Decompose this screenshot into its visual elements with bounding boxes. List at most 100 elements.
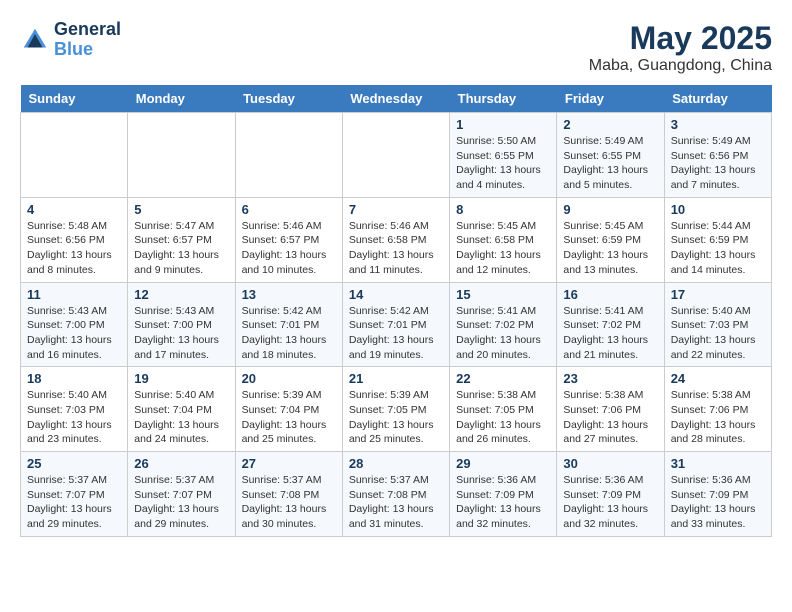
calendar-cell: 4Sunrise: 5:48 AMSunset: 6:56 PMDaylight… — [21, 197, 128, 282]
day-info: Sunrise: 5:36 AMSunset: 7:09 PMDaylight:… — [671, 473, 765, 532]
day-info: Sunrise: 5:50 AMSunset: 6:55 PMDaylight:… — [456, 134, 550, 193]
day-info: Sunrise: 5:39 AMSunset: 7:05 PMDaylight:… — [349, 388, 443, 447]
day-info: Sunrise: 5:47 AMSunset: 6:57 PMDaylight:… — [134, 219, 228, 278]
calendar-cell: 12 Sunrise: 5:43 AMSunset: 7:00 PMDayligh… — [128, 282, 235, 367]
calendar-cell — [342, 113, 449, 198]
day-number: 28 — [349, 456, 443, 471]
day-of-week-header: Thursday — [450, 85, 557, 113]
day-number: 29 — [456, 456, 550, 471]
calendar-cell: 30 Sunrise: 5:36 AMSunset: 7:09 PMDayligh… — [557, 452, 664, 537]
day-number: 15 — [456, 287, 550, 302]
day-info: Sunrise: 5:49 AMSunset: 6:56 PMDaylight:… — [671, 134, 765, 193]
day-info: Sunrise: 5:45 AMSunset: 6:58 PMDaylight:… — [456, 219, 550, 278]
day-number: 19 — [134, 371, 228, 386]
day-info: Sunrise: 5:42 AMSunset: 7:01 PMDaylight:… — [242, 304, 336, 363]
day-of-week-header: Wednesday — [342, 85, 449, 113]
calendar-cell: 9Sunrise: 5:45 AMSunset: 6:59 PMDaylight… — [557, 197, 664, 282]
calendar-cell — [235, 113, 342, 198]
day-number: 20 — [242, 371, 336, 386]
calendar-cell: 26 Sunrise: 5:37 AMSunset: 7:07 PMDayligh… — [128, 452, 235, 537]
calendar-cell: 7Sunrise: 5:46 AMSunset: 6:58 PMDaylight… — [342, 197, 449, 282]
day-info: Sunrise: 5:38 AMSunset: 7:06 PMDaylight:… — [563, 388, 657, 447]
calendar-cell: 8 Sunrise: 5:45 AMSunset: 6:58 PMDaylight… — [450, 197, 557, 282]
day-info: Sunrise: 5:49 AMSunset: 6:55 PMDaylight:… — [563, 134, 657, 193]
page-header: General Blue May 2025 Maba, Guangdong, C… — [20, 20, 772, 75]
day-number: 13 — [242, 287, 336, 302]
calendar-cell: 5Sunrise: 5:47 AMSunset: 6:57 PMDaylight… — [128, 197, 235, 282]
day-number: 12 — [134, 287, 228, 302]
day-info: Sunrise: 5:40 AMSunset: 7:03 PMDaylight:… — [27, 388, 121, 447]
day-number: 26 — [134, 456, 228, 471]
calendar-cell: 29 Sunrise: 5:36 AMSunset: 7:09 PMDayligh… — [450, 452, 557, 537]
location: Maba, Guangdong, China — [589, 57, 772, 75]
calendar-cell: 21 Sunrise: 5:39 AMSunset: 7:05 PMDayligh… — [342, 367, 449, 452]
day-info: Sunrise: 5:41 AMSunset: 7:02 PMDaylight:… — [456, 304, 550, 363]
calendar-cell: 10 Sunrise: 5:44 AMSunset: 6:59 PMDayligh… — [664, 197, 771, 282]
day-info: Sunrise: 5:39 AMSunset: 7:04 PMDaylight:… — [242, 388, 336, 447]
calendar-cell: 16Sunrise: 5:41 AMSunset: 7:02 PMDayligh… — [557, 282, 664, 367]
day-info: Sunrise: 5:36 AMSunset: 7:09 PMDaylight:… — [563, 473, 657, 532]
day-info: Sunrise: 5:37 AMSunset: 7:07 PMDaylight:… — [134, 473, 228, 532]
month-year: May 2025 — [589, 20, 772, 57]
logo-line2: Blue — [54, 40, 121, 60]
day-number: 8 — [456, 202, 550, 217]
calendar-table: SundayMondayTuesdayWednesdayThursdayFrid… — [20, 85, 772, 537]
day-number: 14 — [349, 287, 443, 302]
calendar-cell: 17Sunrise: 5:40 AMSunset: 7:03 PMDayligh… — [664, 282, 771, 367]
day-number: 27 — [242, 456, 336, 471]
day-number: 11 — [27, 287, 121, 302]
calendar-week-row: 4Sunrise: 5:48 AMSunset: 6:56 PMDaylight… — [21, 197, 772, 282]
logo-line1: General — [54, 20, 121, 40]
day-info: Sunrise: 5:38 AMSunset: 7:06 PMDaylight:… — [671, 388, 765, 447]
calendar-cell: 31 Sunrise: 5:36 AMSunset: 7:09 PMDayligh… — [664, 452, 771, 537]
day-number: 24 — [671, 371, 765, 386]
logo-icon — [20, 25, 50, 55]
day-number: 1 — [456, 117, 550, 132]
day-of-week-header: Sunday — [21, 85, 128, 113]
logo: General Blue — [20, 20, 121, 60]
day-info: Sunrise: 5:42 AMSunset: 7:01 PMDaylight:… — [349, 304, 443, 363]
day-number: 30 — [563, 456, 657, 471]
day-number: 25 — [27, 456, 121, 471]
calendar-week-row: 25 Sunrise: 5:37 AMSunset: 7:07 PMDayligh… — [21, 452, 772, 537]
day-number: 10 — [671, 202, 765, 217]
day-number: 31 — [671, 456, 765, 471]
day-of-week-header: Friday — [557, 85, 664, 113]
calendar-cell: 13 Sunrise: 5:42 AMSunset: 7:01 PMDayligh… — [235, 282, 342, 367]
day-of-week-header: Monday — [128, 85, 235, 113]
day-number: 4 — [27, 202, 121, 217]
calendar-cell: 3Sunrise: 5:49 AMSunset: 6:56 PMDaylight… — [664, 113, 771, 198]
calendar-cell: 25Sunrise: 5:37 AMSunset: 7:07 PMDayligh… — [21, 452, 128, 537]
calendar-cell: 15 Sunrise: 5:41 AMSunset: 7:02 PMDayligh… — [450, 282, 557, 367]
day-number: 22 — [456, 371, 550, 386]
calendar-cell: 20 Sunrise: 5:39 AMSunset: 7:04 PMDayligh… — [235, 367, 342, 452]
calendar-cell: 1 Sunrise: 5:50 AMSunset: 6:55 PMDaylight… — [450, 113, 557, 198]
day-number: 21 — [349, 371, 443, 386]
day-info: Sunrise: 5:44 AMSunset: 6:59 PMDaylight:… — [671, 219, 765, 278]
day-info: Sunrise: 5:37 AMSunset: 7:08 PMDaylight:… — [242, 473, 336, 532]
day-info: Sunrise: 5:43 AMSunset: 7:00 PMDaylight:… — [27, 304, 121, 363]
calendar-cell: 11 Sunrise: 5:43 AMSunset: 7:00 PMDayligh… — [21, 282, 128, 367]
calendar-week-row: 18 Sunrise: 5:40 AMSunset: 7:03 PMDayligh… — [21, 367, 772, 452]
day-info: Sunrise: 5:46 AMSunset: 6:58 PMDaylight:… — [349, 219, 443, 278]
day-number: 2 — [563, 117, 657, 132]
day-info: Sunrise: 5:45 AMSunset: 6:59 PMDaylight:… — [563, 219, 657, 278]
calendar-cell: 27 Sunrise: 5:37 AMSunset: 7:08 PMDayligh… — [235, 452, 342, 537]
day-info: Sunrise: 5:38 AMSunset: 7:05 PMDaylight:… — [456, 388, 550, 447]
calendar-week-row: 1 Sunrise: 5:50 AMSunset: 6:55 PMDaylight… — [21, 113, 772, 198]
day-of-week-header: Saturday — [664, 85, 771, 113]
calendar-cell: 28 Sunrise: 5:37 AMSunset: 7:08 PMDayligh… — [342, 452, 449, 537]
calendar-week-row: 11 Sunrise: 5:43 AMSunset: 7:00 PMDayligh… — [21, 282, 772, 367]
day-number: 18 — [27, 371, 121, 386]
calendar-cell: 6Sunrise: 5:46 AMSunset: 6:57 PMDaylight… — [235, 197, 342, 282]
title-block: May 2025 Maba, Guangdong, China — [589, 20, 772, 75]
day-info: Sunrise: 5:43 AMSunset: 7:00 PMDaylight:… — [134, 304, 228, 363]
calendar-cell — [128, 113, 235, 198]
calendar-cell: 23Sunrise: 5:38 AMSunset: 7:06 PMDayligh… — [557, 367, 664, 452]
calendar-cell: 24 Sunrise: 5:38 AMSunset: 7:06 PMDayligh… — [664, 367, 771, 452]
day-number: 16 — [563, 287, 657, 302]
day-of-week-header: Tuesday — [235, 85, 342, 113]
day-info: Sunrise: 5:40 AMSunset: 7:04 PMDaylight:… — [134, 388, 228, 447]
day-info: Sunrise: 5:37 AMSunset: 7:08 PMDaylight:… — [349, 473, 443, 532]
day-info: Sunrise: 5:36 AMSunset: 7:09 PMDaylight:… — [456, 473, 550, 532]
